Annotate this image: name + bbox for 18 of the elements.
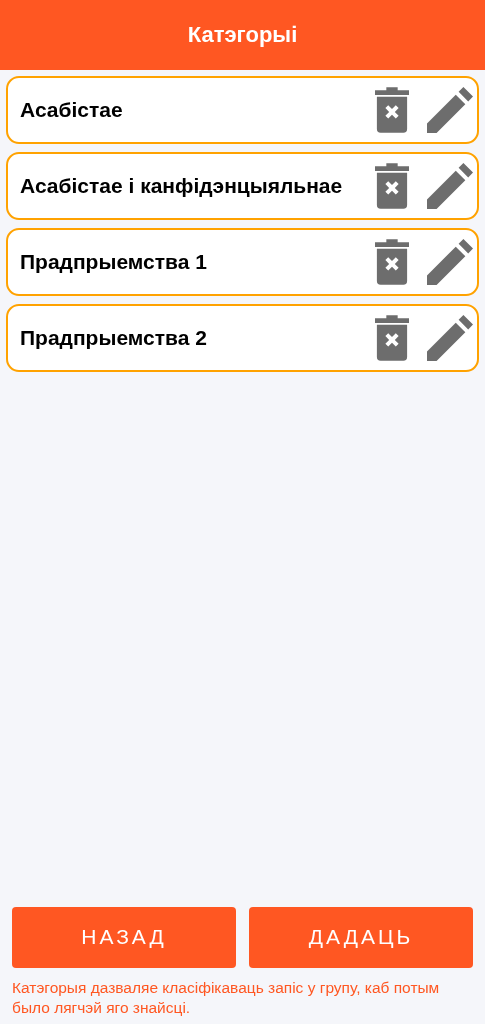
delete-icon[interactable] [375, 87, 409, 133]
category-card[interactable]: Прадпрыемства 2 [6, 304, 479, 372]
category-name: Прадпрыемства 2 [20, 325, 208, 352]
category-name: Прадпрыемства 1 [20, 249, 208, 276]
category-name: Асабістае і канфідэнцыяльнае [20, 173, 344, 200]
category-card[interactable]: Асабістае [6, 76, 479, 144]
edit-icon[interactable] [427, 87, 473, 133]
delete-icon[interactable] [375, 315, 409, 361]
page-title: Катэгорыі [187, 22, 298, 48]
category-card[interactable]: Прадпрыемства 1 [6, 228, 479, 296]
category-card[interactable]: Асабістае і канфідэнцыяльнае [6, 152, 479, 220]
delete-icon[interactable] [375, 239, 409, 285]
category-name: Асабістае [20, 97, 124, 124]
hint-text: Катэгорыя дазваляе класіфікаваць запіс у групу, каб потым было лягчэй яго знайсці. [12, 977, 441, 1018]
edit-icon[interactable] [427, 163, 473, 209]
edit-icon[interactable] [427, 239, 473, 285]
edit-icon[interactable] [427, 315, 473, 361]
delete-icon[interactable] [375, 163, 409, 209]
